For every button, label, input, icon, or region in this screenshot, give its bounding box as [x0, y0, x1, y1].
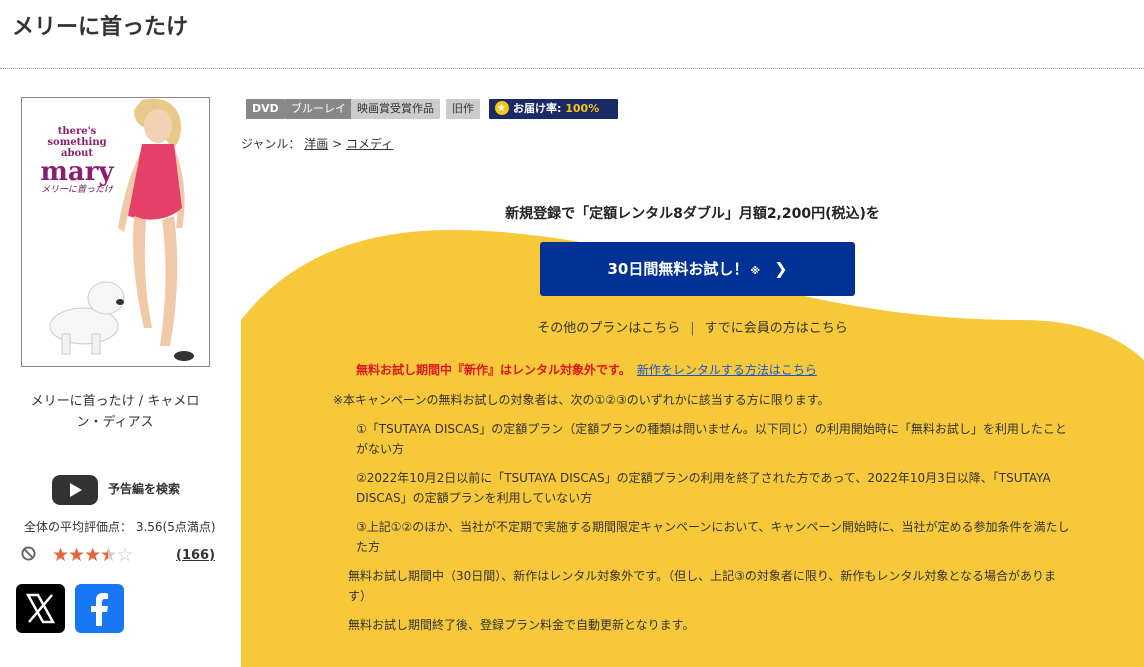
genre-breadcrumb: ジャンル： 洋画 > コメディ: [241, 135, 393, 152]
x-share-button[interactable]: [16, 584, 65, 633]
delivery-rate-value: 100%: [565, 102, 600, 115]
bluray-tag: ブルーレイ: [285, 99, 352, 119]
poster-title: there's something about mary メリーに首ったけ: [32, 126, 122, 196]
old-release-tag: 旧作: [446, 99, 480, 119]
genre-link-foreign-film[interactable]: 洋画: [304, 137, 328, 151]
not-interested-icon[interactable]: [21, 546, 36, 561]
new-release-rental-link[interactable]: 新作をレンタルする方法はこちら: [637, 363, 817, 377]
star-empty-icon: ☆: [116, 544, 133, 566]
poster-title-main: mary: [40, 157, 114, 187]
product-caption: メリーに首ったけ / キャメロン・ディアス: [30, 394, 200, 430]
other-plans-link[interactable]: その他のプランはこちら: [537, 321, 680, 336]
warning-text: 無料お試し期間中『新作』はレンタル対象外です。: [356, 363, 631, 377]
delivery-rate-label: お届け率:: [513, 102, 562, 115]
average-rating-text: 全体の平均評価点： 3.56(5点満点): [24, 520, 216, 534]
play-icon[interactable]: [52, 475, 98, 505]
genre-separator: >: [332, 137, 343, 151]
poster-title-line: there's: [57, 126, 97, 137]
facebook-share-button[interactable]: [75, 584, 124, 633]
genre-label: ジャンル：: [241, 137, 301, 151]
page-title: メリーに首ったけ: [12, 15, 189, 40]
medal-icon: [495, 99, 509, 119]
star-rating: ★★★★★☆: [52, 544, 133, 566]
dvd-jacket-image[interactable]: there's something about mary メリーに首ったけ: [21, 97, 210, 367]
award-tag: 映画賞受賞作品: [351, 99, 440, 119]
notice-line: ①「TSUTAYA DISCAS」の定額プラン（定額プランの種類は問いません。以…: [356, 422, 1067, 456]
header-divider: [0, 68, 1144, 69]
member-login-link[interactable]: すでに会員の方はこちら: [705, 321, 848, 336]
plan-links: その他のプランはこちら | すでに会員の方はこちら: [241, 317, 1144, 336]
new-release-warning: 無料お試し期間中『新作』はレンタル対象外です。 新作をレンタルする方法はこちら: [356, 361, 817, 378]
notice-line: 無料お試し期間終了後、登録プラン料金で自動更新となります。: [348, 618, 695, 632]
genre-link-comedy[interactable]: コメディ: [346, 137, 393, 151]
link-divider: |: [690, 321, 695, 336]
star-icon: ★: [68, 544, 85, 566]
chevron-right-icon: ❯: [774, 259, 788, 278]
delivery-rate-badge: お届け率: 100%: [489, 99, 618, 119]
half-star-icon: ★★: [100, 544, 117, 566]
trailer-search-link[interactable]: 予告編を検索: [108, 480, 180, 497]
notice-line: ③上記①②のほか、当社が不定期で実施する期間限定キャンペーンにおいて、キャンペー…: [356, 520, 1070, 554]
star-icon: ★: [52, 544, 69, 566]
review-count-link[interactable]: (166): [176, 548, 215, 563]
notice-line: ②2022年10月2日以前に「TSUTAYA DISCAS」の定額プランの利用を…: [356, 471, 1051, 505]
poster-title-jp: メリーに首ったけ: [40, 185, 113, 195]
x-logo-icon: [25, 593, 56, 624]
facebook-icon: [91, 593, 108, 626]
notice-line: 無料お試し期間中（30日間）、新作はレンタル対象外です。（但し、上記③の対象者に…: [348, 569, 1056, 603]
promo-headline: 新規登録で「定額レンタル8ダブル」月額2,200円(税込)を: [505, 206, 880, 222]
free-trial-label: 30日間無料お試し！: [607, 260, 749, 278]
free-trial-note: ※: [750, 266, 761, 277]
review-count[interactable]: (166): [176, 548, 215, 563]
dvd-tag: DVD: [246, 99, 285, 119]
star-icon: ★: [84, 544, 101, 566]
free-trial-button[interactable]: 30日間無料お試し！ ※ ❯: [540, 242, 855, 296]
notice-line: ※本キャンペーンの無料お試しの対象者は、次の①②③のいずれかに該当する方に限りま…: [333, 393, 830, 407]
poster-title-line: something: [47, 137, 107, 148]
